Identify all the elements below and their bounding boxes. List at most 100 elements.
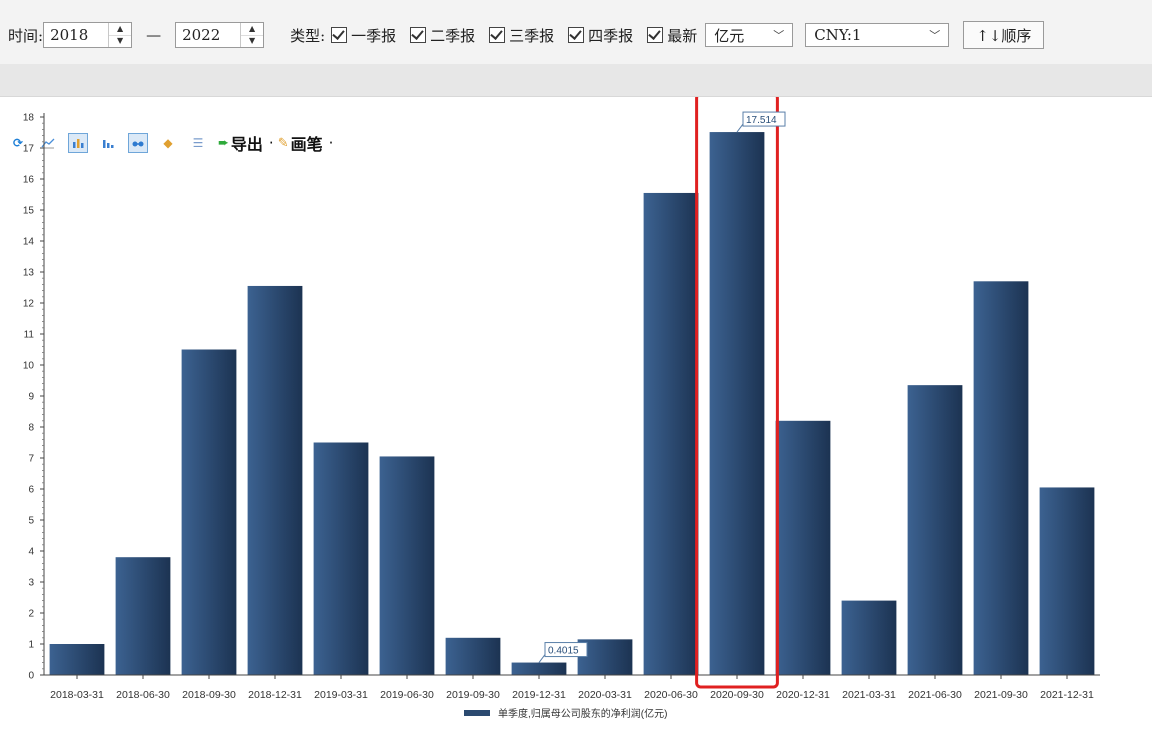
- y-tick-label: 5: [28, 516, 34, 527]
- y-tick-label: 2: [28, 609, 34, 620]
- y-tick-label: 1: [28, 640, 34, 651]
- year-separator: —: [146, 26, 162, 44]
- spin-up-icon[interactable]: ▲: [109, 23, 132, 36]
- bar-series: [49, 132, 1095, 675]
- y-tick-label: 6: [28, 485, 34, 496]
- year-from-spinner[interactable]: 2018 ▲ ▼: [43, 22, 133, 48]
- legend-swatch: [464, 710, 490, 716]
- checkbox-checked-icon[interactable]: [568, 27, 585, 43]
- unit-select[interactable]: 亿元 ﹀: [705, 23, 794, 47]
- bar: [247, 285, 303, 675]
- time-label: 时间:: [8, 26, 44, 45]
- y-tick-label: 13: [23, 268, 35, 279]
- sort-button-label[interactable]: ↑↓顺序: [976, 25, 1031, 46]
- x-tick-label: 2018-12-31: [248, 689, 302, 701]
- y-tick-label: 3: [28, 578, 34, 589]
- legend: 单季度,归属母公司股东的净利润(亿元): [464, 707, 667, 720]
- checkbox-label[interactable]: 一季报: [351, 25, 396, 46]
- x-tick-label: 2020-12-31: [776, 689, 830, 701]
- y-tick-label: 10: [23, 361, 35, 372]
- bar-chart: 0123456789101112131415161718 2018-03-31 2…: [23, 92, 1100, 720]
- y-tick-label: 11: [24, 330, 35, 341]
- year-to-arrows[interactable]: ▲ ▼: [240, 23, 264, 48]
- data-label-text: 17.514: [746, 115, 777, 126]
- year-from-value[interactable]: 2018: [44, 26, 108, 44]
- bar: [313, 442, 369, 675]
- data-label-leader: [736, 123, 744, 133]
- chart-toolbar: ⟳ ◆ ☰ ➨ 导出 · ✎ 画笔 ·: [0, 64, 1152, 154]
- x-tick-label: 2018-09-30: [182, 689, 236, 701]
- checkbox-q1[interactable]: 一季报: [331, 25, 396, 46]
- bar: [181, 349, 237, 675]
- y-tick-label: 9: [28, 392, 34, 403]
- bar: [511, 662, 567, 675]
- x-tick-label: 2020-03-31: [578, 689, 632, 701]
- unit-select-value: 亿元: [714, 26, 745, 45]
- x-tick-label: 2019-06-30: [380, 689, 434, 701]
- year-from-arrows[interactable]: ▲ ▼: [108, 23, 132, 48]
- checkbox-checked-icon[interactable]: [331, 27, 348, 43]
- year-to-spinner[interactable]: 2022 ▲ ▼: [175, 22, 265, 48]
- y-tick-label: 16: [23, 175, 35, 186]
- x-tick-label: 2018-03-31: [50, 689, 104, 701]
- bar: [841, 600, 897, 675]
- y-tick-label: 17: [23, 144, 35, 155]
- x-tick-label: 2021-09-30: [974, 689, 1028, 701]
- checkbox-checked-icon[interactable]: [647, 27, 664, 43]
- spin-down-icon[interactable]: ▼: [241, 36, 263, 48]
- spin-up-icon[interactable]: ▲: [241, 23, 264, 36]
- checkbox-q4[interactable]: 四季报: [568, 25, 633, 46]
- x-tick-label: 2019-09-30: [446, 689, 500, 701]
- x-tick-label: 2019-12-31: [512, 689, 566, 701]
- bar: [907, 385, 963, 675]
- currency-select-value: CNY:1: [814, 26, 862, 44]
- checkbox-label[interactable]: 二季报: [430, 25, 475, 46]
- checkbox-q3[interactable]: 三季报: [489, 25, 554, 46]
- bar: [1039, 487, 1095, 675]
- data-label-text: 0.4015: [548, 646, 579, 657]
- y-tick-label: 18: [23, 113, 35, 124]
- bar: [709, 132, 765, 675]
- type-label: 类型:: [290, 26, 326, 45]
- currency-select[interactable]: CNY:1 ﹀: [805, 23, 950, 47]
- bar: [379, 456, 435, 675]
- checkbox-label[interactable]: 三季报: [509, 25, 554, 46]
- year-to-value[interactable]: 2022: [176, 26, 240, 44]
- bar: [49, 644, 105, 675]
- bar: [973, 281, 1029, 675]
- checkbox-q2[interactable]: 二季报: [410, 25, 475, 46]
- bar: [445, 637, 501, 675]
- x-tick-label: 2020-09-30: [710, 689, 764, 701]
- y-tick-label: 4: [28, 547, 34, 558]
- y-axis: 0123456789101112131415161718: [23, 113, 45, 682]
- checkbox-checked-icon[interactable]: [410, 27, 427, 43]
- chevron-down-icon[interactable]: ﹀: [773, 27, 784, 43]
- y-tick-label: 15: [23, 206, 35, 217]
- checkbox-label[interactable]: 最新: [667, 25, 697, 46]
- x-tick-label: 2021-06-30: [908, 689, 962, 701]
- sort-button[interactable]: ↑↓顺序: [963, 21, 1045, 49]
- y-tick-label: 0: [28, 671, 34, 682]
- spin-down-icon[interactable]: ▼: [109, 36, 131, 48]
- data-label-leader: [538, 654, 546, 663]
- x-tick-label: 2019-03-31: [314, 689, 368, 701]
- checkbox-latest[interactable]: 最新: [647, 25, 697, 46]
- checkbox-label[interactable]: 四季报: [588, 25, 633, 46]
- legend-label: 单季度,归属母公司股东的净利润(亿元): [498, 707, 667, 720]
- x-tick-label: 2021-12-31: [1040, 689, 1094, 701]
- chevron-down-icon[interactable]: ﹀: [929, 27, 940, 43]
- bar: [115, 557, 171, 675]
- y-tick-label: 12: [23, 299, 35, 310]
- bar: [643, 192, 699, 675]
- chart-area: 0 1 2 3 4 5 6 7 8 9 10 11 12 13 14 15 16 17 18 2018-03-31 2…: [0, 92, 1152, 725]
- x-tick-label: 2018-06-30: [116, 689, 170, 701]
- bar: [775, 420, 831, 675]
- x-tick-label: 2021-03-31: [842, 689, 896, 701]
- y-tick-label: 7: [28, 454, 34, 465]
- checkbox-checked-icon[interactable]: [489, 27, 506, 43]
- x-tick-label: 2020-06-30: [644, 689, 698, 701]
- y-tick-label: 8: [28, 423, 34, 434]
- filter-bar: 时间: 2018 ▲ ▼ — 2022 ▲ ▼ 类型: 一季报 二季报 三季报 …: [0, 0, 1152, 64]
- filter-row: 时间: 2018 ▲ ▼ — 2022 ▲ ▼ 类型: 一季报 二季报 三季报 …: [8, 21, 1045, 49]
- x-axis: 2018-03-31 2018-06-30 2018-09-30 2018-12-31…: [44, 674, 1100, 701]
